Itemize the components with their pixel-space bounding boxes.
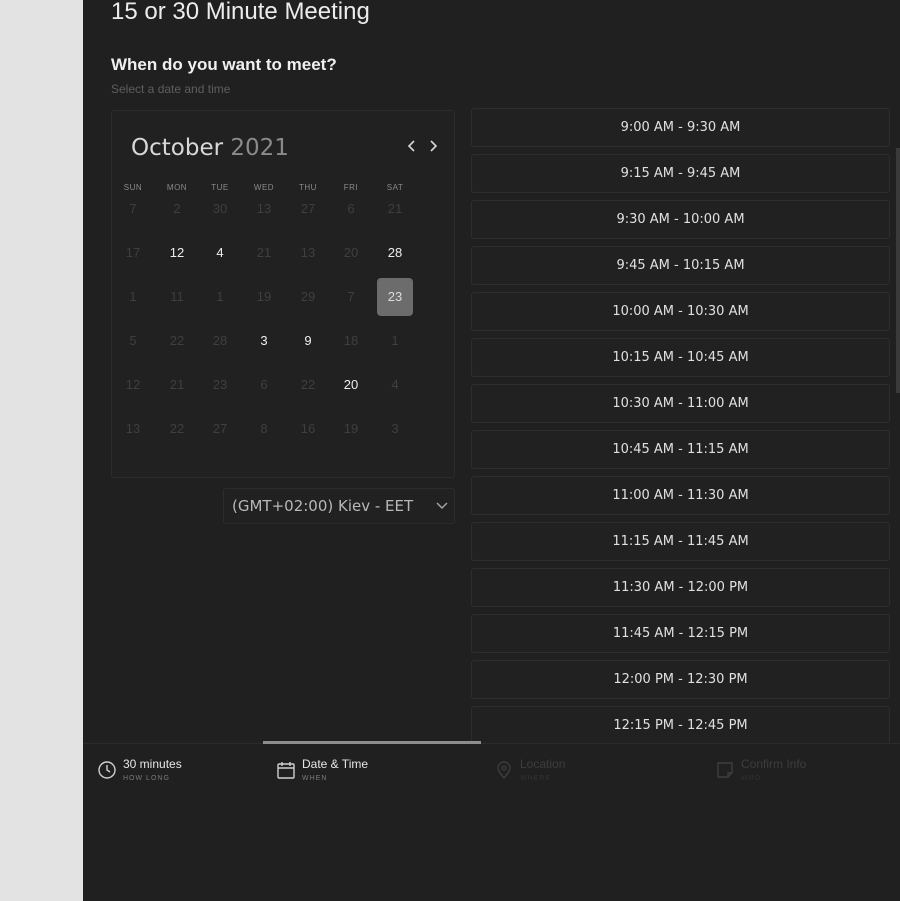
calendar-day: 13 — [125, 421, 141, 436]
calendar-day[interactable]: 28 — [377, 234, 413, 272]
calendar-day: 29 — [300, 289, 316, 304]
step-label: Location — [520, 757, 566, 771]
step-label: Confirm Info — [741, 757, 807, 771]
calendar-day: 17 — [125, 245, 141, 260]
calendar-day: 27 — [212, 421, 228, 436]
calendar-day: 7 — [347, 289, 355, 304]
scheduler-panel: 15 or 30 Minute Meeting When do you want… — [83, 0, 900, 901]
step-indicator: 30 minutes HOW LONG Date & Time WHEN Locatio… — [83, 741, 900, 901]
note-icon — [715, 760, 735, 785]
calendar-day: 3 — [391, 421, 399, 436]
time-slot-button[interactable]: 11:15 AM - 11:45 AM — [471, 522, 890, 561]
calendar-day: 11 — [170, 289, 184, 304]
chevron-right-icon — [430, 140, 438, 152]
time-slot-button[interactable]: 9:30 AM - 10:00 AM — [471, 200, 890, 239]
next-month-button[interactable] — [426, 139, 440, 157]
calendar-day: 21 — [169, 377, 185, 392]
calendar-day: 20 — [343, 245, 359, 260]
calendar-day: 8 — [260, 421, 268, 436]
calendar-day[interactable]: 20 — [333, 366, 369, 404]
time-slot-button[interactable]: 10:15 AM - 10:45 AM — [471, 338, 890, 377]
calendar-day: 1 — [129, 289, 137, 304]
year: 2021 — [230, 135, 289, 161]
calendar-day[interactable]: 4 — [202, 234, 238, 272]
time-slot-button[interactable]: 10:45 AM - 11:15 AM — [471, 430, 890, 469]
calendar-day: 1 — [216, 289, 224, 304]
time-slot-button[interactable]: 11:00 AM - 11:30 AM — [471, 476, 890, 515]
location-pin-icon — [494, 760, 514, 785]
calendar-day: 7 — [129, 201, 137, 216]
section-subheading: Select a date and time — [111, 82, 231, 96]
calendar-day: 19 — [343, 421, 359, 436]
step-sublabel: HOW LONG — [123, 775, 170, 782]
calendar-day: 13 — [300, 245, 316, 260]
chevron-down-icon — [436, 489, 448, 536]
calendar-month-title: October 2021 — [131, 135, 289, 161]
calendar-day: 5 — [129, 333, 137, 348]
calendar: October 2021 SUN MON TUE WED THU FRI SAT 7 2 30 1… — [111, 110, 455, 478]
calendar-day[interactable]: 12 — [159, 234, 195, 272]
calendar-day: 21 — [256, 245, 272, 260]
month-name: October — [131, 135, 224, 161]
scrollbar[interactable] — [896, 148, 900, 393]
time-slot-button[interactable]: 9:15 AM - 9:45 AM — [471, 154, 890, 193]
calendar-day: 23 — [212, 377, 228, 392]
timezone-value: (GMT+02:00) Kiev - EET — [232, 497, 414, 515]
calendar-day: 22 — [169, 333, 185, 348]
time-slot-button[interactable]: 12:00 PM - 12:30 PM — [471, 660, 890, 699]
calendar-day: 22 — [169, 421, 185, 436]
chevron-left-icon — [407, 140, 415, 152]
time-slot-button[interactable]: 11:45 AM - 12:15 PM — [471, 614, 890, 653]
calendar-day: 6 — [260, 377, 268, 392]
time-slot-button[interactable]: 12:15 PM - 12:45 PM — [471, 706, 890, 745]
calendar-day: 13 — [256, 201, 272, 216]
calendar-day: 19 — [256, 289, 272, 304]
step-sublabel: WHO — [741, 775, 762, 782]
time-slot-button[interactable]: 10:30 AM - 11:00 AM — [471, 384, 890, 423]
calendar-day: 1 — [391, 333, 399, 348]
step-sublabel: WHERE — [520, 775, 552, 782]
calendar-day: 27 — [300, 201, 316, 216]
calendar-day[interactable]: 3 — [246, 322, 282, 360]
time-slot-button[interactable]: 10:00 AM - 10:30 AM — [471, 292, 890, 331]
calendar-day: 12 — [125, 377, 141, 392]
calendar-day: 6 — [347, 201, 355, 216]
step-sublabel: WHEN — [302, 775, 328, 782]
clock-icon — [97, 760, 117, 785]
calendar-day: 18 — [343, 333, 359, 348]
calendar-day[interactable]: 9 — [290, 322, 326, 360]
step-label: 30 minutes — [123, 757, 182, 771]
section-heading: When do you want to meet? — [111, 55, 337, 74]
calendar-day: 16 — [300, 421, 316, 436]
calendar-day-selected[interactable]: 23 — [377, 278, 413, 316]
calendar-icon — [276, 760, 296, 785]
calendar-day: 30 — [212, 201, 228, 216]
calendar-day: 22 — [300, 377, 316, 392]
calendar-day: 21 — [387, 201, 403, 216]
timezone-select[interactable]: (GMT+02:00) Kiev - EET — [223, 488, 455, 524]
page-title: 15 or 30 Minute Meeting — [111, 0, 370, 25]
calendar-day: 4 — [391, 377, 399, 392]
step-label: Date & Time — [302, 757, 369, 771]
calendar-day: 28 — [212, 333, 228, 348]
calendar-day: 2 — [173, 201, 181, 216]
time-slot-button[interactable]: 11:30 AM - 12:00 PM — [471, 568, 890, 607]
prev-month-button[interactable] — [405, 139, 419, 157]
time-slot-button[interactable]: 9:00 AM - 9:30 AM — [471, 108, 890, 147]
time-slot-button[interactable]: 9:45 AM - 10:15 AM — [471, 246, 890, 285]
step-progress-bar — [263, 741, 481, 744]
